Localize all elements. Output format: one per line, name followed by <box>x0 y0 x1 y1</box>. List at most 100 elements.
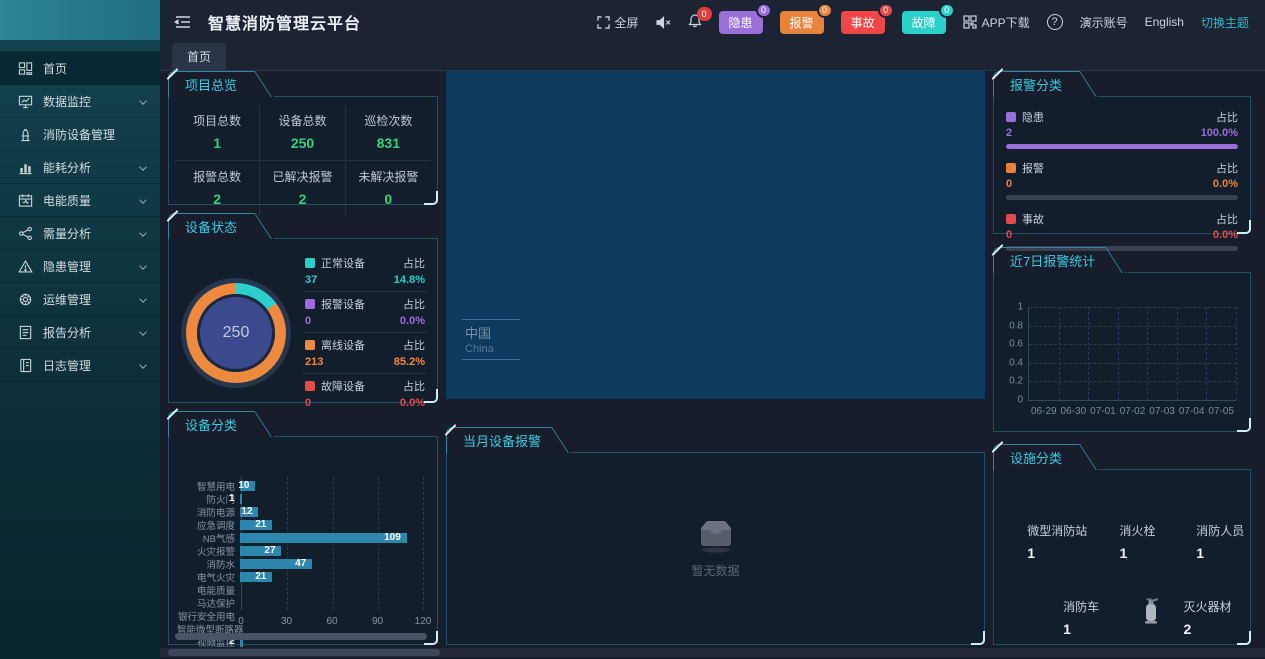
y-tick-label: 0.8 <box>1009 320 1023 332</box>
alarm-pct: 0.0% <box>1212 178 1238 190</box>
corner-accent <box>424 191 438 205</box>
alarm-button-label: 报警 <box>789 15 814 30</box>
device-status-legend: 正常设备 占比 37 14.8% 报警设备 占比 0 0.0% 离线设备 占比 213 85.2% 故障… <box>303 251 427 414</box>
bar-plot <box>239 598 423 608</box>
chart-scrollbar[interactable] <box>175 633 427 640</box>
sidebar-menu: 首页数据监控消防设备管理 能耗分析 电能质量 需量分析隐患管理运维管理 报告分析 日志管理 <box>0 52 160 382</box>
gridline <box>1029 381 1236 383</box>
legend-pct: 85.2% <box>393 356 425 368</box>
legend-swatch <box>1006 163 1016 173</box>
fullscreen-button[interactable]: 全屏 <box>596 14 639 31</box>
alarm-button-label: 事故 <box>850 15 875 30</box>
gridline <box>1147 307 1149 400</box>
gridline <box>1088 307 1090 400</box>
sidebar-item-5[interactable]: 需量分析 <box>0 217 160 250</box>
app-download-button[interactable]: APP下载 <box>962 14 1030 31</box>
report-icon <box>18 325 33 340</box>
bar-category-label: 电能质量 <box>196 585 235 597</box>
alarm-category-list: 隐患 占比 2 100.0% 报警 占比 0 0.0% 事故 占比 0 0.0% <box>994 97 1250 266</box>
mute-icon[interactable] <box>655 15 671 29</box>
sidebar-item-2[interactable]: 消防设备管理 <box>0 118 160 151</box>
stat-label: 已解决报警 <box>272 170 333 184</box>
horizontal-scrollbar[interactable] <box>160 648 1265 657</box>
corner-accent <box>1237 418 1251 432</box>
bar-category-label: 智慧用电 <box>196 481 235 493</box>
panel-title: 设施分类 <box>993 444 1079 470</box>
hydrant-icon <box>18 127 33 142</box>
help-icon[interactable]: ? <box>1046 14 1063 30</box>
notification-bell-icon[interactable]: 0 <box>687 7 712 31</box>
facility-value: 1 <box>1027 545 1036 561</box>
sidebar: 首页数据监控消防设备管理 能耗分析 电能质量 需量分析隐患管理运维管理 报告分析 日志管理 <box>0 0 160 659</box>
alarm-button-badge: 0 <box>938 2 955 18</box>
ratio-label: 占比 <box>1216 163 1238 175</box>
legend-line1: 离线设备 占比 <box>305 337 425 353</box>
x-tick-label: 30 <box>280 616 293 627</box>
sidebar-item-0[interactable]: 首页 <box>0 52 160 85</box>
sidebar-item-label: 数据监控 <box>43 94 92 109</box>
map-region-label[interactable]: 中国 China <box>462 319 520 360</box>
alarm-label: 事故 <box>1022 214 1044 226</box>
sidebar-item-4[interactable]: 电能质量 <box>0 184 160 217</box>
tab-home[interactable]: 首页 <box>172 43 227 70</box>
alarm-button-badge: 0 <box>755 2 772 18</box>
gridline <box>1117 307 1119 400</box>
sidebar-item-label: 隐患管理 <box>43 259 92 274</box>
panel-project-overview: 项目总览 项目总数 1 设备总数 250 巡检次数 831 报警总数 2 已解决报警 2 未解决报警… <box>166 67 438 216</box>
collapse-sidebar-icon[interactable] <box>174 13 192 31</box>
sidebar-item-3[interactable]: 能耗分析 <box>0 151 160 184</box>
alarm-value: 2 <box>1006 127 1013 139</box>
legend-line2: 213 85.2% <box>305 356 425 368</box>
china-map[interactable]: 中国 China <box>446 71 985 399</box>
bar[interactable] <box>240 493 242 504</box>
topbar: 智慧消防管理云平台 全屏 0 隐患 0 报警 0 事故 0 故障 0 APP下载… <box>160 0 1265 44</box>
sidebar-item-9[interactable]: 日志管理 <box>0 349 160 382</box>
stat-value: 1 <box>213 135 222 151</box>
alarm-button-1[interactable]: 报警 0 <box>779 2 833 34</box>
ratio-label: 占比 <box>403 299 425 311</box>
main-area: 智慧消防管理云平台 全屏 0 隐患 0 报警 0 事故 0 故障 0 APP下载… <box>160 0 1265 659</box>
legend-swatch <box>1006 214 1016 224</box>
language-toggle[interactable]: English <box>1145 15 1184 29</box>
legend-value: 37 <box>305 274 318 286</box>
sidebar-item-6[interactable]: 隐患管理 <box>0 250 160 283</box>
panel-month-alarm: 当月设备报警 暂无数据 <box>444 423 985 645</box>
stat-label: 项目总数 <box>193 114 242 128</box>
bar[interactable] <box>240 532 408 543</box>
alarm-button-3[interactable]: 故障 0 <box>901 2 955 34</box>
demo-account-button[interactable]: 演示账号 <box>1080 14 1128 31</box>
bar-plot: 1 <box>229 493 423 504</box>
bell-badge: 0 <box>696 7 712 21</box>
legend-value: 213 <box>305 356 324 368</box>
alarm-value: 0 <box>1006 229 1013 241</box>
alarm-buttons: 隐患 0 报警 0 事故 0 故障 0 <box>718 2 955 34</box>
bar-category-label: 马达保护 <box>196 598 235 610</box>
legend-swatch <box>305 258 315 268</box>
legend-row-3: 故障设备 占比 0 0.0% <box>303 374 427 414</box>
overview-stat-2: 巡检次数 831 <box>345 105 431 161</box>
overview-stat-1: 设备总数 250 <box>260 105 346 161</box>
empty-state: 暂无数据 <box>447 453 984 644</box>
home-icon <box>18 61 33 76</box>
scrollbar-thumb[interactable] <box>168 649 440 656</box>
x-tick-label: 07-03 <box>1149 406 1175 417</box>
device-status-donut-chart[interactable]: 250 <box>186 282 286 383</box>
progress-track <box>1006 195 1238 200</box>
legend-line1: 故障设备 占比 <box>305 378 425 394</box>
sidebar-item-1[interactable]: 数据监控 <box>0 85 160 118</box>
alarm-button-0[interactable]: 隐患 0 <box>718 2 772 34</box>
theme-toggle[interactable]: 切换主题 <box>1201 14 1249 31</box>
alarm-button-2[interactable]: 事故 0 <box>840 2 894 34</box>
bar-row-2: 消防电源 12 <box>177 505 423 519</box>
facility-item-灭火器材: 灭火器材 2 <box>1183 598 1231 637</box>
ratio-label: 占比 <box>1216 214 1238 226</box>
x-tick-label: 0 <box>238 616 244 627</box>
bar-value: 1 <box>229 492 235 504</box>
hazard-icon <box>18 259 33 274</box>
bar-row-5: 火灾报警 27 <box>177 544 423 558</box>
sidebar-item-7[interactable]: 运维管理 <box>0 283 160 316</box>
legend-line1: 正常设备 占比 <box>305 255 425 271</box>
sidebar-item-8[interactable]: 报告分析 <box>0 316 160 349</box>
facility-label: 消火栓 <box>1119 524 1156 538</box>
app-download-label: APP下载 <box>981 15 1030 30</box>
